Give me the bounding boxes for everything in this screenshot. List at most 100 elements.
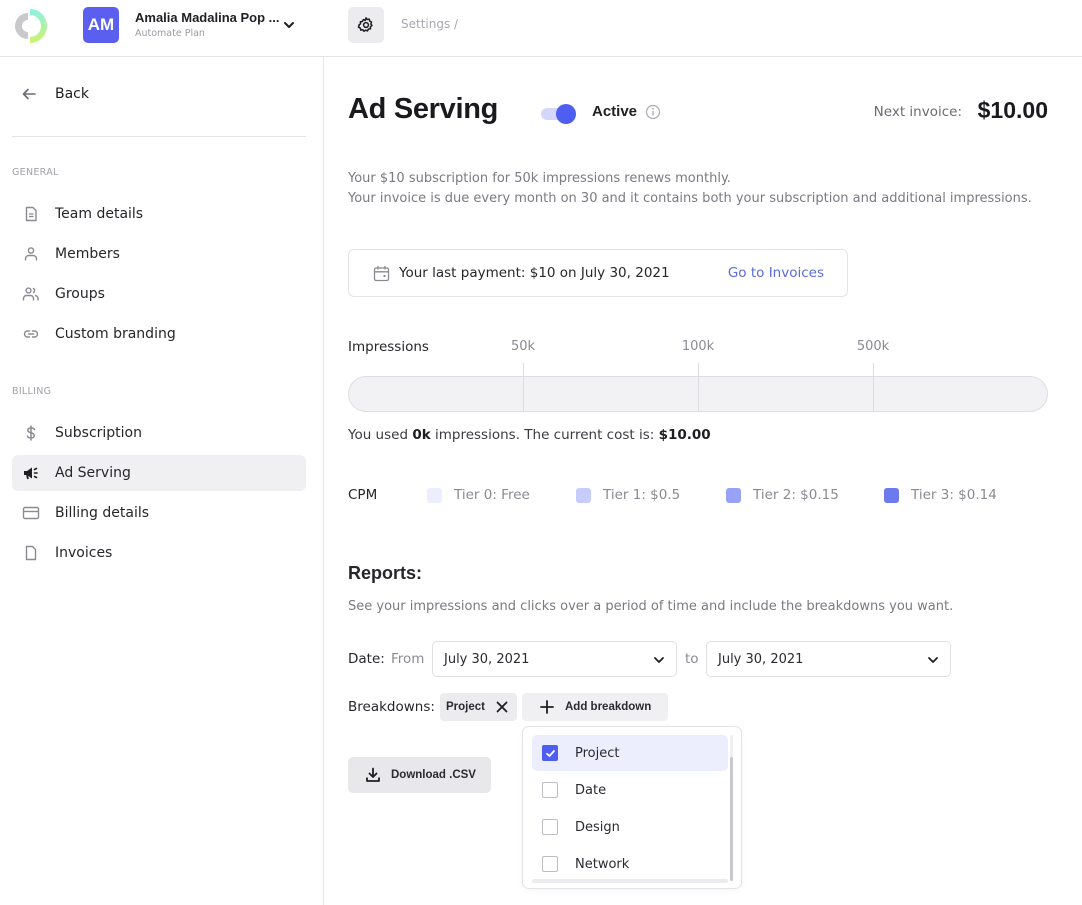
impressions-progress-bar	[348, 376, 1048, 412]
option-label: Network	[575, 856, 630, 872]
back-label: Back	[55, 86, 89, 102]
next-invoice-amount: $10.00	[977, 97, 1048, 123]
cpm-label: CPM	[348, 487, 378, 503]
account-plan: Automate Plan	[135, 28, 205, 39]
tier-label: Tier 0: Free	[454, 487, 530, 503]
chevron-down-icon	[928, 657, 938, 663]
from-date-select[interactable]: July 30, 2021	[432, 641, 677, 677]
section-label-billing: BILLING	[12, 386, 52, 397]
usage-middle: impressions. The current cost is:	[430, 427, 659, 443]
download-csv-button[interactable]: Download .CSV	[348, 757, 491, 793]
sidebar-item-label: Ad Serving	[55, 465, 131, 481]
scrollbar-thumb[interactable]	[730, 757, 733, 881]
option-label: Date	[575, 782, 607, 798]
sidebar-item-subscription[interactable]: Subscription	[12, 415, 306, 451]
tier-label: Tier 3: $0.14	[911, 487, 997, 503]
checkbox-checked[interactable]	[542, 745, 558, 761]
tick-line	[698, 363, 699, 376]
last-payment-card: Your last payment: $10 on July 30, 2021 …	[348, 249, 848, 297]
sidebar-item-label: Subscription	[55, 425, 142, 441]
back-button[interactable]: Back	[12, 79, 306, 109]
usage-prefix: You used	[348, 427, 413, 443]
chevron-down-icon[interactable]	[282, 18, 296, 32]
add-breakdown-button[interactable]: Add breakdown	[522, 693, 668, 721]
tier-legend-item: Tier 0: Free	[427, 487, 530, 503]
breakdown-dropdown-menu: Project Date Design Network	[522, 726, 742, 889]
option-label: Project	[575, 745, 620, 761]
checkbox[interactable]	[542, 782, 558, 798]
add-breakdown-label: Add breakdown	[565, 701, 652, 713]
tier-legend-item: Tier 2: $0.15	[726, 487, 839, 503]
tick-line	[523, 377, 524, 411]
breakdowns-label: Breakdowns:	[348, 699, 435, 715]
sidebar-item-label: Invoices	[55, 545, 113, 561]
sidebar-item-custom-branding[interactable]: Custom branding	[12, 316, 306, 352]
reports-description: See your impressions and clicks over a p…	[348, 599, 954, 614]
usage-cost: $10.00	[658, 427, 711, 443]
tick-line	[523, 363, 524, 376]
info-icon[interactable]	[645, 104, 661, 120]
sidebar-item-team-details[interactable]: Team details	[12, 196, 306, 232]
sidebar-item-invoices[interactable]: Invoices	[12, 535, 306, 571]
tier-label: Tier 2: $0.15	[753, 487, 839, 503]
breadcrumb[interactable]: Settings /	[401, 17, 458, 31]
sidebar-item-label: Billing details	[55, 505, 150, 521]
close-icon[interactable]	[495, 700, 509, 714]
sidebar-item-label: Groups	[55, 286, 105, 302]
go-to-invoices-link[interactable]: Go to Invoices	[728, 265, 824, 281]
tier-swatch	[726, 487, 741, 503]
sidebar-divider	[12, 136, 306, 137]
dropdown-option-network[interactable]: Network	[532, 846, 728, 882]
account-name[interactable]: Amalia Madalina Pop ...	[135, 10, 279, 25]
app-logo-icon[interactable]	[12, 5, 48, 47]
breakdown-chip-project: Project	[440, 693, 517, 721]
tier-label: Tier 1: $0.5	[603, 487, 681, 503]
tier-swatch	[884, 487, 899, 503]
account-avatar[interactable]: AM	[83, 7, 119, 43]
settings-button[interactable]	[348, 7, 384, 43]
tick-label-50k: 50k	[510, 339, 536, 354]
invoice-description: Your invoice is due every month on 30 an…	[348, 191, 1032, 206]
chip-label: Project	[446, 701, 485, 713]
arrow-left-icon	[21, 86, 41, 102]
to-date-value: July 30, 2021	[718, 652, 804, 667]
subscription-description: Your $10 subscription for 50k impression…	[348, 171, 731, 186]
tick-line	[698, 377, 699, 411]
dollar-icon	[21, 423, 41, 443]
to-date-select[interactable]: July 30, 2021	[706, 641, 951, 677]
user-icon	[21, 244, 41, 264]
dropdown-option-design[interactable]: Design	[532, 809, 728, 845]
tick-line	[873, 377, 874, 411]
sidebar-item-members[interactable]: Members	[12, 236, 306, 272]
checkbox[interactable]	[542, 819, 558, 835]
next-invoice-label: Next invoice:	[873, 104, 962, 120]
tier-legend-item: Tier 1: $0.5	[576, 487, 680, 503]
dropdown-option-date[interactable]: Date	[532, 772, 728, 808]
tick-label-100k: 100k	[681, 339, 715, 354]
last-payment-text: Your last payment: $10 on July 30, 2021	[399, 265, 670, 281]
option-label: Design	[575, 819, 620, 835]
active-toggle[interactable]	[541, 104, 577, 124]
download-icon	[366, 767, 380, 782]
sidebar: Back GENERAL Team details Members Groups…	[0, 57, 324, 905]
chevron-down-icon	[654, 657, 664, 663]
credit-card-icon	[21, 503, 41, 523]
dropdown-option-project[interactable]: Project	[532, 735, 728, 771]
sidebar-item-label: Members	[55, 246, 120, 262]
tier-swatch	[576, 487, 591, 503]
usage-amount: 0k	[412, 427, 431, 443]
megaphone-icon	[21, 463, 41, 483]
sidebar-item-ad-serving[interactable]: Ad Serving	[12, 455, 306, 491]
tier-swatch	[427, 487, 442, 503]
calendar-icon	[373, 266, 390, 282]
sidebar-item-groups[interactable]: Groups	[12, 276, 306, 312]
tick-line	[873, 363, 874, 376]
dropdown-next-item-edge	[532, 879, 728, 883]
document-icon	[21, 204, 41, 224]
sidebar-item-billing-details[interactable]: Billing details	[12, 495, 306, 531]
link-icon	[21, 324, 41, 344]
dropdown-scrollbar[interactable]	[730, 735, 733, 881]
tier-legend-item: Tier 3: $0.14	[884, 487, 997, 503]
checkbox[interactable]	[542, 856, 558, 872]
sidebar-item-label: Custom branding	[55, 326, 176, 342]
